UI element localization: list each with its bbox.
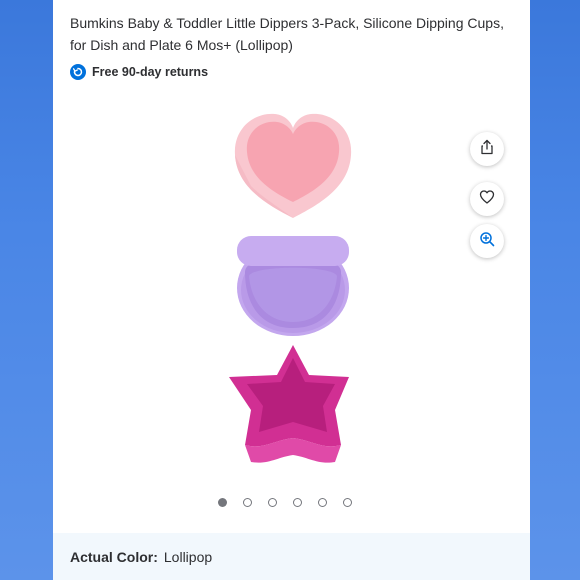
color-label: Actual Color: (70, 549, 158, 565)
returns-badge[interactable]: Free 90-day returns (70, 64, 208, 80)
product-image[interactable] (223, 100, 363, 480)
heart-cup (234, 113, 352, 218)
heart-icon (479, 189, 495, 210)
carousel-dot-2[interactable] (243, 498, 252, 507)
share-icon (479, 139, 495, 160)
color-row: Actual Color: Lollipop (70, 549, 212, 565)
color-panel: Actual Color: Lollipop (53, 533, 530, 580)
background-right (530, 0, 580, 580)
carousel-dot-1[interactable] (218, 498, 227, 507)
returns-label: Free 90-day returns (92, 65, 209, 79)
carousel-dot-5[interactable] (318, 498, 327, 507)
color-value: Lollipop (163, 549, 213, 565)
carousel-dot-6[interactable] (343, 498, 352, 507)
zoom-button[interactable] (470, 224, 504, 258)
carousel-dots (218, 498, 352, 507)
star-cup (229, 345, 349, 463)
background-left (0, 0, 53, 580)
carousel-dot-3[interactable] (268, 498, 277, 507)
carousel-dot-4[interactable] (293, 498, 302, 507)
favorite-button[interactable] (470, 182, 504, 216)
return-arrow-icon (70, 64, 86, 80)
zoom-in-icon (479, 231, 495, 252)
product-card: Bumkins Baby & Toddler Little Dippers 3-… (53, 0, 530, 533)
share-button[interactable] (470, 132, 504, 166)
product-title: Bumkins Baby & Toddler Little Dippers 3-… (70, 15, 504, 53)
round-cup (237, 236, 349, 336)
